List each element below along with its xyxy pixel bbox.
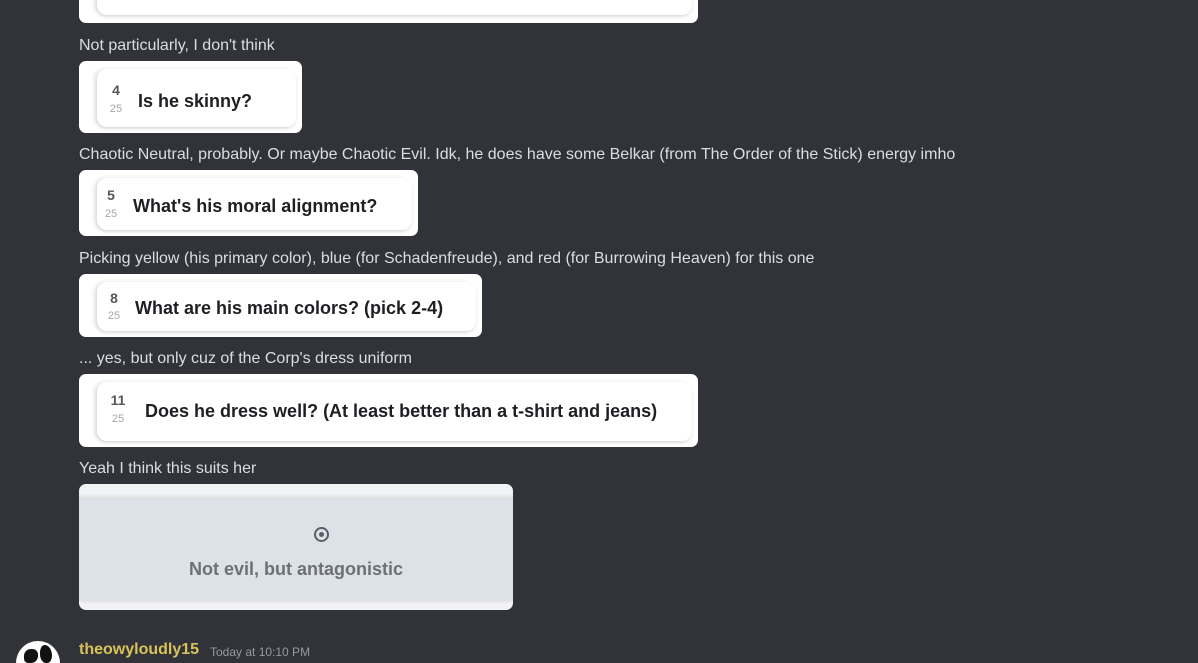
question-embed[interactable]: 5 25 What's his moral alignment? xyxy=(79,170,418,236)
message-text: Not particularly, I don't think xyxy=(79,37,275,54)
radio-selected-icon xyxy=(314,527,329,542)
question-text: Is he skinny? xyxy=(138,91,253,111)
answer-choice-embed[interactable]: Not evil, but antagonistic xyxy=(79,484,513,610)
message-text: Yeah I think this suits her xyxy=(79,460,257,477)
message-text: Picking yellow (his primary color), blue… xyxy=(79,250,815,267)
username[interactable]: theowyloudly15 xyxy=(79,641,199,659)
question-embed-partial xyxy=(79,0,698,23)
avatar-image xyxy=(40,645,52,663)
avatar-image xyxy=(24,649,38,663)
question-number: 5 xyxy=(107,187,115,203)
question-number: 11 xyxy=(110,392,126,408)
answer-choice-label: Not evil, but antagonistic xyxy=(188,559,403,579)
question-number: 4 xyxy=(112,82,120,98)
answer-choice-panel xyxy=(79,498,513,600)
question-embed[interactable]: 8 25 What are his main colors? (pick 2-4… xyxy=(79,274,482,337)
message-timestamp: Today at 10:10 PM xyxy=(210,645,311,659)
question-text: Does he dress well? (At least better tha… xyxy=(145,401,658,421)
chat-message-list: Not particularly, I don't think 4 25 Is … xyxy=(0,0,1198,663)
question-text: What's his moral alignment? xyxy=(133,196,378,216)
question-embed[interactable]: 4 25 Is he skinny? xyxy=(79,61,302,133)
question-total: 25 xyxy=(111,413,125,425)
avatar[interactable] xyxy=(16,641,60,663)
question-total: 25 xyxy=(109,103,123,115)
question-card xyxy=(97,0,692,15)
question-text: What are his main colors? (pick 2-4) xyxy=(135,298,444,318)
question-total: 25 xyxy=(107,310,121,322)
message-text: Chaotic Neutral, probably. Or maybe Chao… xyxy=(79,146,956,163)
question-total: 25 xyxy=(104,208,118,220)
question-number: 8 xyxy=(110,290,118,306)
question-embed[interactable]: 11 25 Does he dress well? (At least bett… xyxy=(79,374,698,447)
message-text: ... yes, but only cuz of the Corp's dres… xyxy=(79,350,412,367)
